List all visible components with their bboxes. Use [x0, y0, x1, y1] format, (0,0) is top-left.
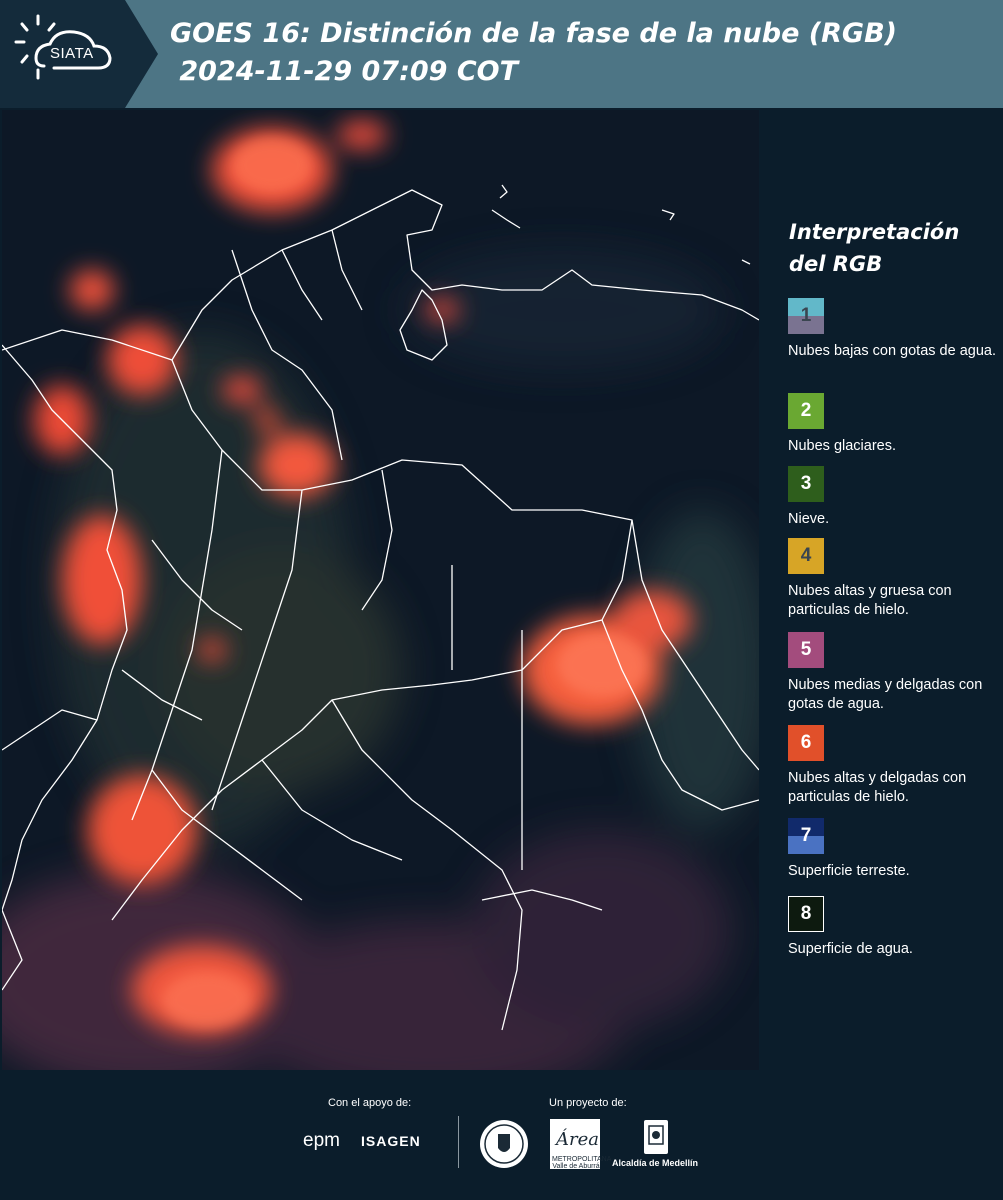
project-label: Un proyecto de:: [549, 1097, 627, 1109]
area-metropolitana-text: METROPOLITANA Valle de Aburrá: [552, 1156, 612, 1170]
alcaldia-shield-icon: [644, 1120, 668, 1154]
footer-divider: [458, 1116, 459, 1168]
legend-item-1: 1 Nubes bajas con gotas de agua.: [788, 298, 998, 361]
satellite-map: [2, 110, 759, 1070]
legend-swatch-1-num: 1: [800, 305, 812, 326]
footer: Con el apoyo de: Un proyecto de: epm ISA…: [0, 1070, 1003, 1200]
legend-label-6: Nubes altas y delgadas con particulas de…: [788, 770, 967, 805]
header-bar: SIATA GOES 16: Distinción de la fase de …: [0, 0, 1003, 108]
legend-swatch-5-num: 5: [800, 639, 812, 660]
alcaldia-text: Alcaldía de Medellín: [612, 1158, 699, 1168]
legend-swatch-7: 7: [788, 818, 824, 854]
epm-logo: epm: [303, 1130, 340, 1151]
legend-swatch-1: 1: [788, 298, 824, 334]
legend-swatch-3-num: 3: [800, 473, 812, 494]
legend-label-4: Nubes altas y gruesa con particulas de h…: [788, 583, 952, 618]
legend-item-5: 5 Nubes medias y delgadas con gotas de a…: [788, 632, 998, 714]
logo-tab: SIATA: [0, 0, 158, 108]
legend-swatch-4-num: 4: [800, 545, 812, 566]
legend-item-4: 4 Nubes altas y gruesa con particulas de…: [788, 538, 998, 620]
legend-swatch-6: 6: [788, 725, 824, 761]
area-script-icon: Área: [554, 1127, 599, 1150]
legend-swatch-2-num: 2: [800, 400, 812, 421]
legend-panel: Interpretación del RGB 1 Nubes bajas con…: [760, 110, 1003, 1070]
legend-swatch-3: 3: [788, 466, 824, 502]
legend-swatch-5: 5: [788, 632, 824, 668]
legend-item-7: 7 Superficie terreste.: [788, 818, 998, 881]
legend-label-3: Nieve.: [788, 511, 830, 527]
legend-label-8: Superficie de agua.: [788, 941, 913, 957]
legend-swatch-2: 2: [788, 393, 824, 429]
legend-label-1: Nubes bajas con gotas de agua.: [788, 343, 996, 359]
legend-swatch-6-num: 6: [800, 732, 812, 753]
support-label: Con el apoyo de:: [328, 1097, 412, 1109]
legend-title: Interpretación del RGB: [789, 220, 960, 276]
isagen-logo: ISAGEN: [361, 1133, 421, 1149]
legend-swatch-7-num: 7: [800, 825, 812, 846]
legend-item-6: 6 Nubes altas y delgadas con particulas …: [788, 725, 998, 807]
legend-item-3: 3 Nieve.: [788, 466, 998, 529]
legend-swatch-8-num: 8: [800, 903, 812, 924]
legend-item-2: 2 Nubes glaciares.: [788, 393, 998, 456]
legend-label-2: Nubes glaciares.: [788, 438, 896, 454]
legend-swatch-4: 4: [788, 538, 824, 574]
university-seal-icon: [480, 1120, 528, 1168]
legend-item-8: 8 Superficie de agua.: [788, 896, 998, 959]
legend-label-5: Nubes medias y delgadas con gotas de agu…: [788, 677, 983, 712]
siata-logo-text: SIATA: [50, 45, 94, 62]
legend-swatch-8: 8: [788, 896, 824, 932]
page-title: GOES 16: Distinción de la fase de la nub…: [170, 18, 897, 87]
satellite-image: [2, 110, 759, 1070]
area-script-text: Área: [554, 1127, 599, 1150]
legend-label-7: Superficie terreste.: [788, 863, 910, 879]
